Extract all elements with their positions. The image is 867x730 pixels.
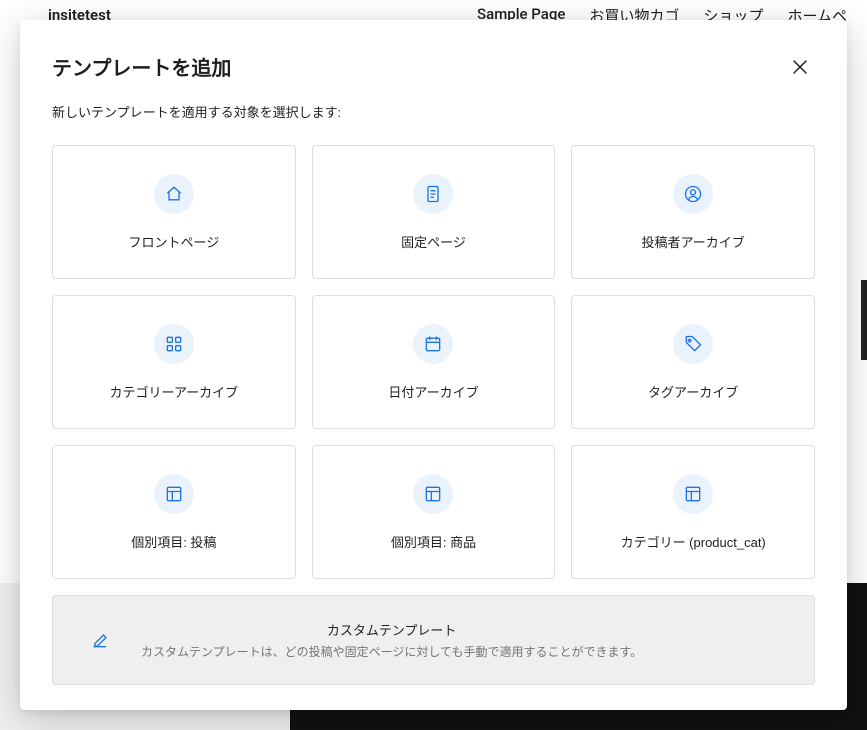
tag-icon: [673, 324, 713, 364]
page-icon: [413, 174, 453, 214]
custom-template-title: カスタムテンプレート: [141, 620, 642, 639]
custom-template-card[interactable]: カスタムテンプレート カスタムテンプレートは、どの投稿や固定ページに対しても手動…: [52, 595, 815, 685]
author-icon: [673, 174, 713, 214]
template-card-tag-archive[interactable]: タグアーカイブ: [571, 295, 815, 429]
custom-template-text: カスタムテンプレート カスタムテンプレートは、どの投稿や固定ページに対しても手動…: [141, 620, 642, 660]
template-label: 日付アーカイブ: [388, 382, 478, 401]
close-icon: [789, 56, 811, 78]
template-label: カテゴリーアーカイブ: [109, 382, 238, 401]
template-card-single-post[interactable]: 個別項目: 投稿: [52, 445, 296, 579]
calendar-icon: [413, 324, 453, 364]
modal-header: テンプレートを追加: [52, 52, 815, 82]
template-label: 個別項目: 投稿: [131, 532, 216, 551]
modal-description: 新しいテンプレートを適用する対象を選択します:: [52, 102, 815, 121]
home-icon: [154, 174, 194, 214]
template-label: 投稿者アーカイブ: [642, 232, 745, 251]
template-card-author-archive[interactable]: 投稿者アーカイブ: [571, 145, 815, 279]
layout-icon: [154, 474, 194, 514]
template-card-product-cat[interactable]: カテゴリー (product_cat): [571, 445, 815, 579]
category-icon: [154, 324, 194, 364]
layout-icon: [673, 474, 713, 514]
add-template-modal: テンプレートを追加 新しいテンプレートを適用する対象を選択します: フロントペー…: [20, 20, 847, 710]
template-card-front-page[interactable]: フロントページ: [52, 145, 296, 279]
modal-title: テンプレートを追加: [52, 52, 231, 81]
template-label: カテゴリー (product_cat): [621, 532, 766, 551]
template-label: タグアーカイブ: [648, 382, 738, 401]
bg-decoration: [861, 280, 867, 360]
template-grid: フロントページ 固定ページ 投稿者アーカイブ カテゴリーアーカイブ 日付アーカイ: [52, 145, 815, 579]
custom-template-description: カスタムテンプレートは、どの投稿や固定ページに対しても手動で適用することができま…: [141, 643, 642, 660]
close-button[interactable]: [785, 52, 815, 82]
template-label: 固定ページ: [401, 232, 466, 251]
layout-icon: [413, 474, 453, 514]
template-card-page[interactable]: 固定ページ: [312, 145, 556, 279]
template-label: フロントページ: [128, 232, 219, 251]
template-card-date-archive[interactable]: 日付アーカイブ: [312, 295, 556, 429]
template-card-category-archive[interactable]: カテゴリーアーカイブ: [52, 295, 296, 429]
template-label: 個別項目: 商品: [391, 532, 476, 551]
template-card-single-product[interactable]: 個別項目: 商品: [312, 445, 556, 579]
pencil-icon: [81, 620, 121, 660]
